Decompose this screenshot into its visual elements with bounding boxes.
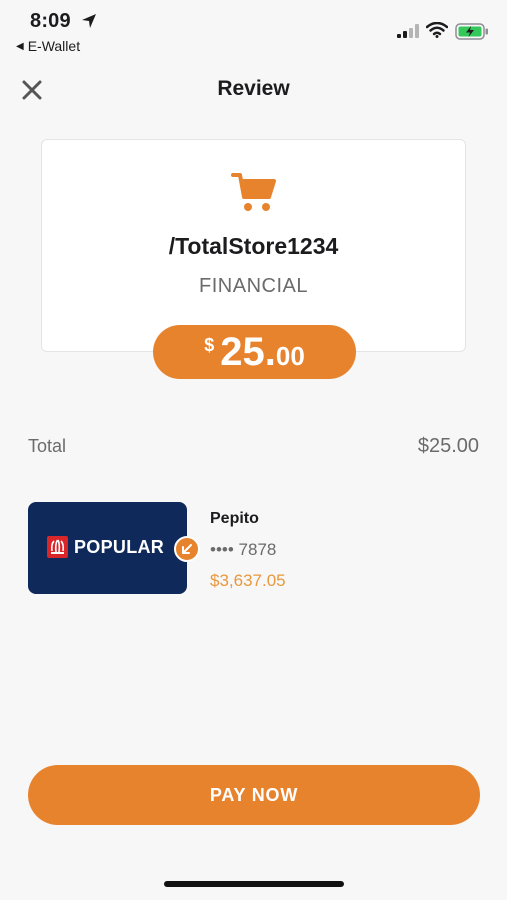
total-value: $25.00 — [417, 435, 479, 457]
account-balance: $3,637.05 — [210, 571, 286, 590]
account-holder-name: Pepito — [210, 510, 259, 527]
pay-now-button[interactable]: PAY NOW — [28, 765, 480, 825]
back-triangle-icon: ◀ — [16, 40, 24, 52]
cellular-signal-icon — [397, 24, 419, 38]
review-screen: 8:09 ◀ E-Wallet Review /TotalStore1234 F… — [0, 0, 507, 900]
amount-pill: $ 25 . 00 — [153, 325, 356, 379]
bank-logo-mark — [47, 536, 68, 558]
battery-charging-icon — [455, 23, 488, 40]
amount-decimal: 00 — [275, 340, 305, 371]
amount-currency-symbol: $ — [204, 334, 215, 355]
location-arrow-icon — [82, 14, 96, 28]
status-time: 8:09 — [30, 10, 71, 32]
masked-account-number: •••• 7878 — [210, 540, 277, 559]
merchant-name: /TotalStore1234 — [168, 233, 339, 259]
home-indicator[interactable] — [164, 881, 344, 887]
amount-dot: . — [264, 329, 276, 374]
bank-logo: POPULAR — [47, 536, 164, 558]
change-card-button[interactable] — [174, 536, 200, 562]
shopping-cart-icon — [231, 173, 276, 211]
amount-integer: 25 — [220, 329, 265, 374]
bank-name: POPULAR — [74, 536, 165, 557]
payment-card[interactable]: POPULAR — [28, 502, 187, 594]
total-label: Total — [28, 436, 67, 456]
page-title: Review — [217, 77, 290, 100]
swap-arrow-icon — [182, 544, 192, 554]
wifi-icon — [426, 22, 448, 38]
merchant-type: FINANCIAL — [199, 275, 308, 297]
back-app-label: E-Wallet — [27, 38, 81, 54]
back-to-app-link[interactable]: ◀ E-Wallet — [16, 38, 80, 54]
